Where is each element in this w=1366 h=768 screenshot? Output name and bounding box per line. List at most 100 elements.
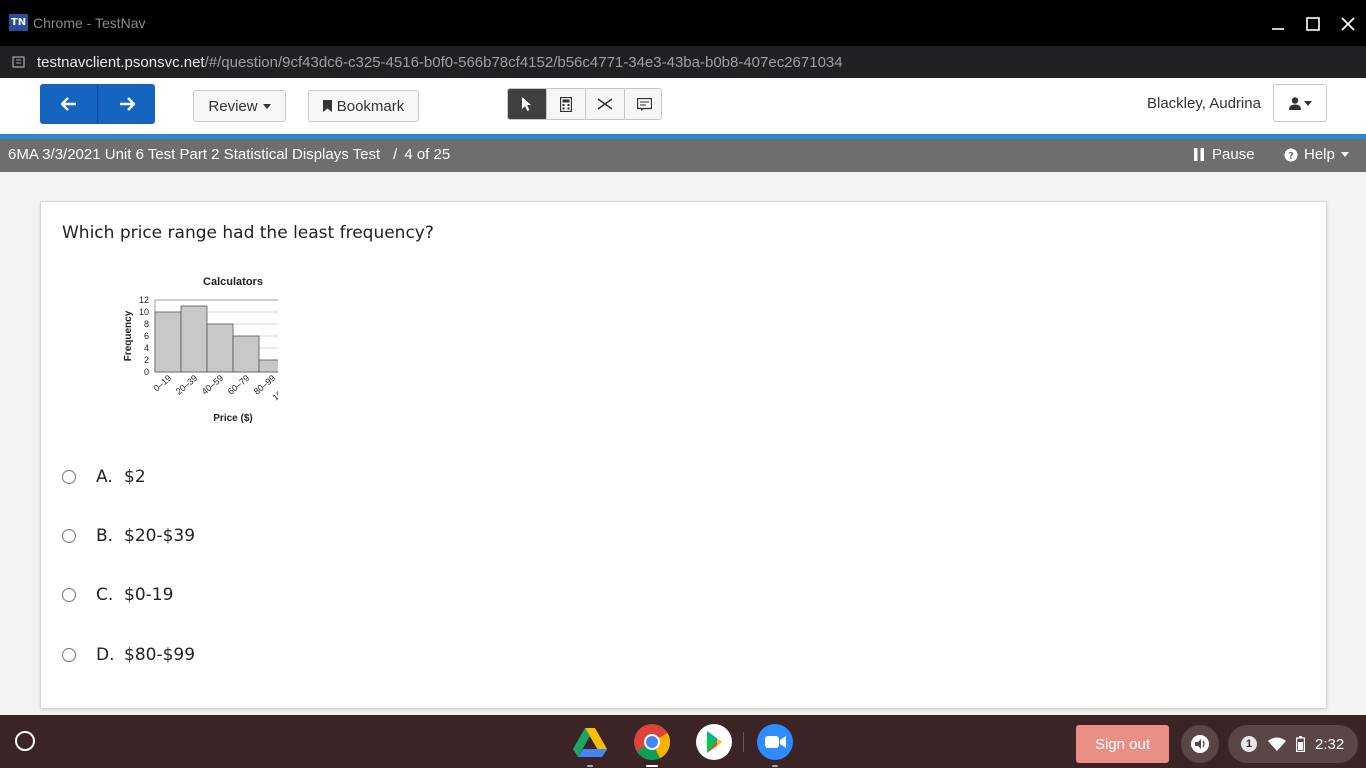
- option-letter: B.: [96, 526, 114, 546]
- notification-count[interactable]: 1: [1241, 736, 1257, 752]
- minimize-icon[interactable]: [1266, 12, 1290, 36]
- arrow-right-icon: [119, 97, 135, 111]
- maximize-icon[interactable]: [1301, 12, 1325, 36]
- review-label: Review: [208, 97, 258, 115]
- url-bar[interactable]: testnavclient.psonsvc.net/#/question/9cf…: [0, 46, 1366, 78]
- pause-button[interactable]: Pause: [1194, 146, 1255, 163]
- histogram-bar: [232, 335, 260, 373]
- option-letter: A.: [96, 467, 113, 487]
- help-button[interactable]: ? Help: [1284, 146, 1349, 163]
- x-axis-label: Price ($): [213, 413, 252, 424]
- title-separator: /: [393, 146, 398, 163]
- question-text: Which price range had the least frequenc…: [62, 223, 434, 243]
- calculator-icon: [560, 96, 572, 112]
- y-axis-label: Frequency: [123, 310, 134, 361]
- shelf-separator: [743, 732, 744, 752]
- user-name: Blackley, Audrina: [1147, 95, 1261, 112]
- window-title: Chrome - TestNav: [33, 15, 146, 31]
- user-icon: [1288, 96, 1301, 110]
- eliminator-icon: [597, 98, 613, 110]
- help-label: Help: [1304, 146, 1335, 163]
- option-text: $20-$39: [124, 526, 196, 546]
- radio-button-c[interactable]: [62, 588, 76, 602]
- sign-out-button[interactable]: Sign out: [1076, 725, 1169, 763]
- clock: 2:32: [1315, 736, 1345, 753]
- previous-button[interactable]: [40, 84, 97, 124]
- y-tick-label: 10: [139, 307, 149, 317]
- y-tick-label: 6: [144, 331, 149, 341]
- test-name: 6MA 3/3/2021 Unit 6 Test Part 2 Statisti…: [8, 146, 381, 163]
- option-d[interactable]: D. $80-$99: [62, 643, 195, 667]
- caret-down-icon: [1340, 152, 1349, 157]
- caret-down-icon: [262, 103, 271, 109]
- option-text: $0-19: [124, 585, 174, 605]
- launcher-icon[interactable]: [15, 731, 35, 751]
- site-info-icon[interactable]: [11, 54, 27, 70]
- url-host: testnavclient.psonsvc.net: [37, 54, 205, 71]
- test-title: 6MA 3/3/2021 Unit 6 Test Part 2 Statisti…: [8, 146, 450, 163]
- testnav-toolbar: Review Bookmark Blackley, Audrina: [0, 78, 1366, 134]
- url-text[interactable]: testnavclient.psonsvc.net/#/question/9cf…: [37, 54, 843, 71]
- google-drive-icon[interactable]: [571, 723, 609, 767]
- option-text: $80-$99: [124, 645, 196, 665]
- histogram-bar: [154, 311, 182, 373]
- option-a[interactable]: A. $2: [62, 465, 146, 489]
- x-tick-label: 40–59: [200, 373, 226, 397]
- y-tick-label: 4: [144, 343, 149, 353]
- app-indicator: [772, 765, 778, 767]
- app-indicator: [587, 765, 593, 767]
- histogram-bar: [180, 305, 208, 373]
- zoom-icon[interactable]: [756, 723, 794, 767]
- radio-button-d[interactable]: [62, 648, 76, 662]
- user-menu-button[interactable]: [1273, 84, 1327, 122]
- speaker-icon: [1191, 735, 1209, 753]
- notepad-tool[interactable]: [625, 89, 661, 119]
- bookmark-button[interactable]: Bookmark: [308, 90, 419, 122]
- answer-eliminator-tool[interactable]: [586, 89, 625, 119]
- pointer-tool[interactable]: [508, 89, 547, 119]
- chart-title: Calculators: [203, 276, 263, 288]
- question-card: Which price range had the least frequenc…: [40, 201, 1327, 709]
- navigation-buttons: [40, 84, 155, 124]
- battery-icon: [1296, 736, 1305, 752]
- chrome-icon[interactable]: [633, 723, 671, 767]
- help-icon: ?: [1284, 148, 1298, 162]
- arrow-left-icon: [60, 97, 76, 111]
- y-tick-label: 2: [144, 355, 149, 365]
- status-tray[interactable]: 1 2:32: [1228, 725, 1358, 763]
- next-button[interactable]: [98, 84, 155, 124]
- pause-icon: [1194, 148, 1204, 161]
- radio-button-a[interactable]: [62, 470, 76, 484]
- review-button[interactable]: Review: [193, 90, 286, 122]
- app-indicator-active: [646, 765, 658, 767]
- question-progress: 4 of 25: [404, 146, 451, 163]
- calculator-tool[interactable]: [547, 89, 586, 119]
- y-tick-label: 8: [144, 319, 149, 329]
- audio-tray-button[interactable]: [1181, 725, 1219, 763]
- url-path: /#/question/9cf43dc6-c325-4516-b0f0-566b…: [204, 54, 843, 71]
- pointer-icon: [522, 97, 531, 111]
- chromeos-shelf: Sign out 1 2:32: [0, 715, 1366, 768]
- play-store-icon[interactable]: [695, 723, 733, 761]
- svg-text:?: ?: [1288, 151, 1294, 162]
- option-b[interactable]: B. $20-$39: [62, 524, 195, 548]
- window-title-bar: TN Chrome - TestNav: [0, 0, 1366, 46]
- option-letter: C.: [96, 585, 114, 605]
- histogram-bar: [258, 359, 278, 373]
- radio-button-b[interactable]: [62, 529, 76, 543]
- x-tick-label: 20–39: [174, 373, 200, 397]
- caret-down-icon: [1303, 100, 1312, 106]
- x-tick-label: 0–19: [152, 373, 174, 394]
- testnav-logo: TN: [9, 14, 28, 31]
- notepad-icon: [637, 97, 652, 111]
- y-tick-label: 12: [139, 295, 149, 305]
- option-letter: D.: [96, 645, 115, 665]
- bookmark-icon: [322, 100, 332, 112]
- option-text: $2: [124, 467, 146, 487]
- histogram-chart: 0246810120–19 20–39 40–59 60–79 80–99100–119…: [123, 276, 278, 424]
- pause-label: Pause: [1212, 146, 1255, 163]
- option-c[interactable]: C. $0-19: [62, 583, 173, 607]
- close-icon[interactable]: [1336, 12, 1360, 36]
- wifi-icon: [1268, 737, 1286, 751]
- histogram-bar: [206, 323, 234, 373]
